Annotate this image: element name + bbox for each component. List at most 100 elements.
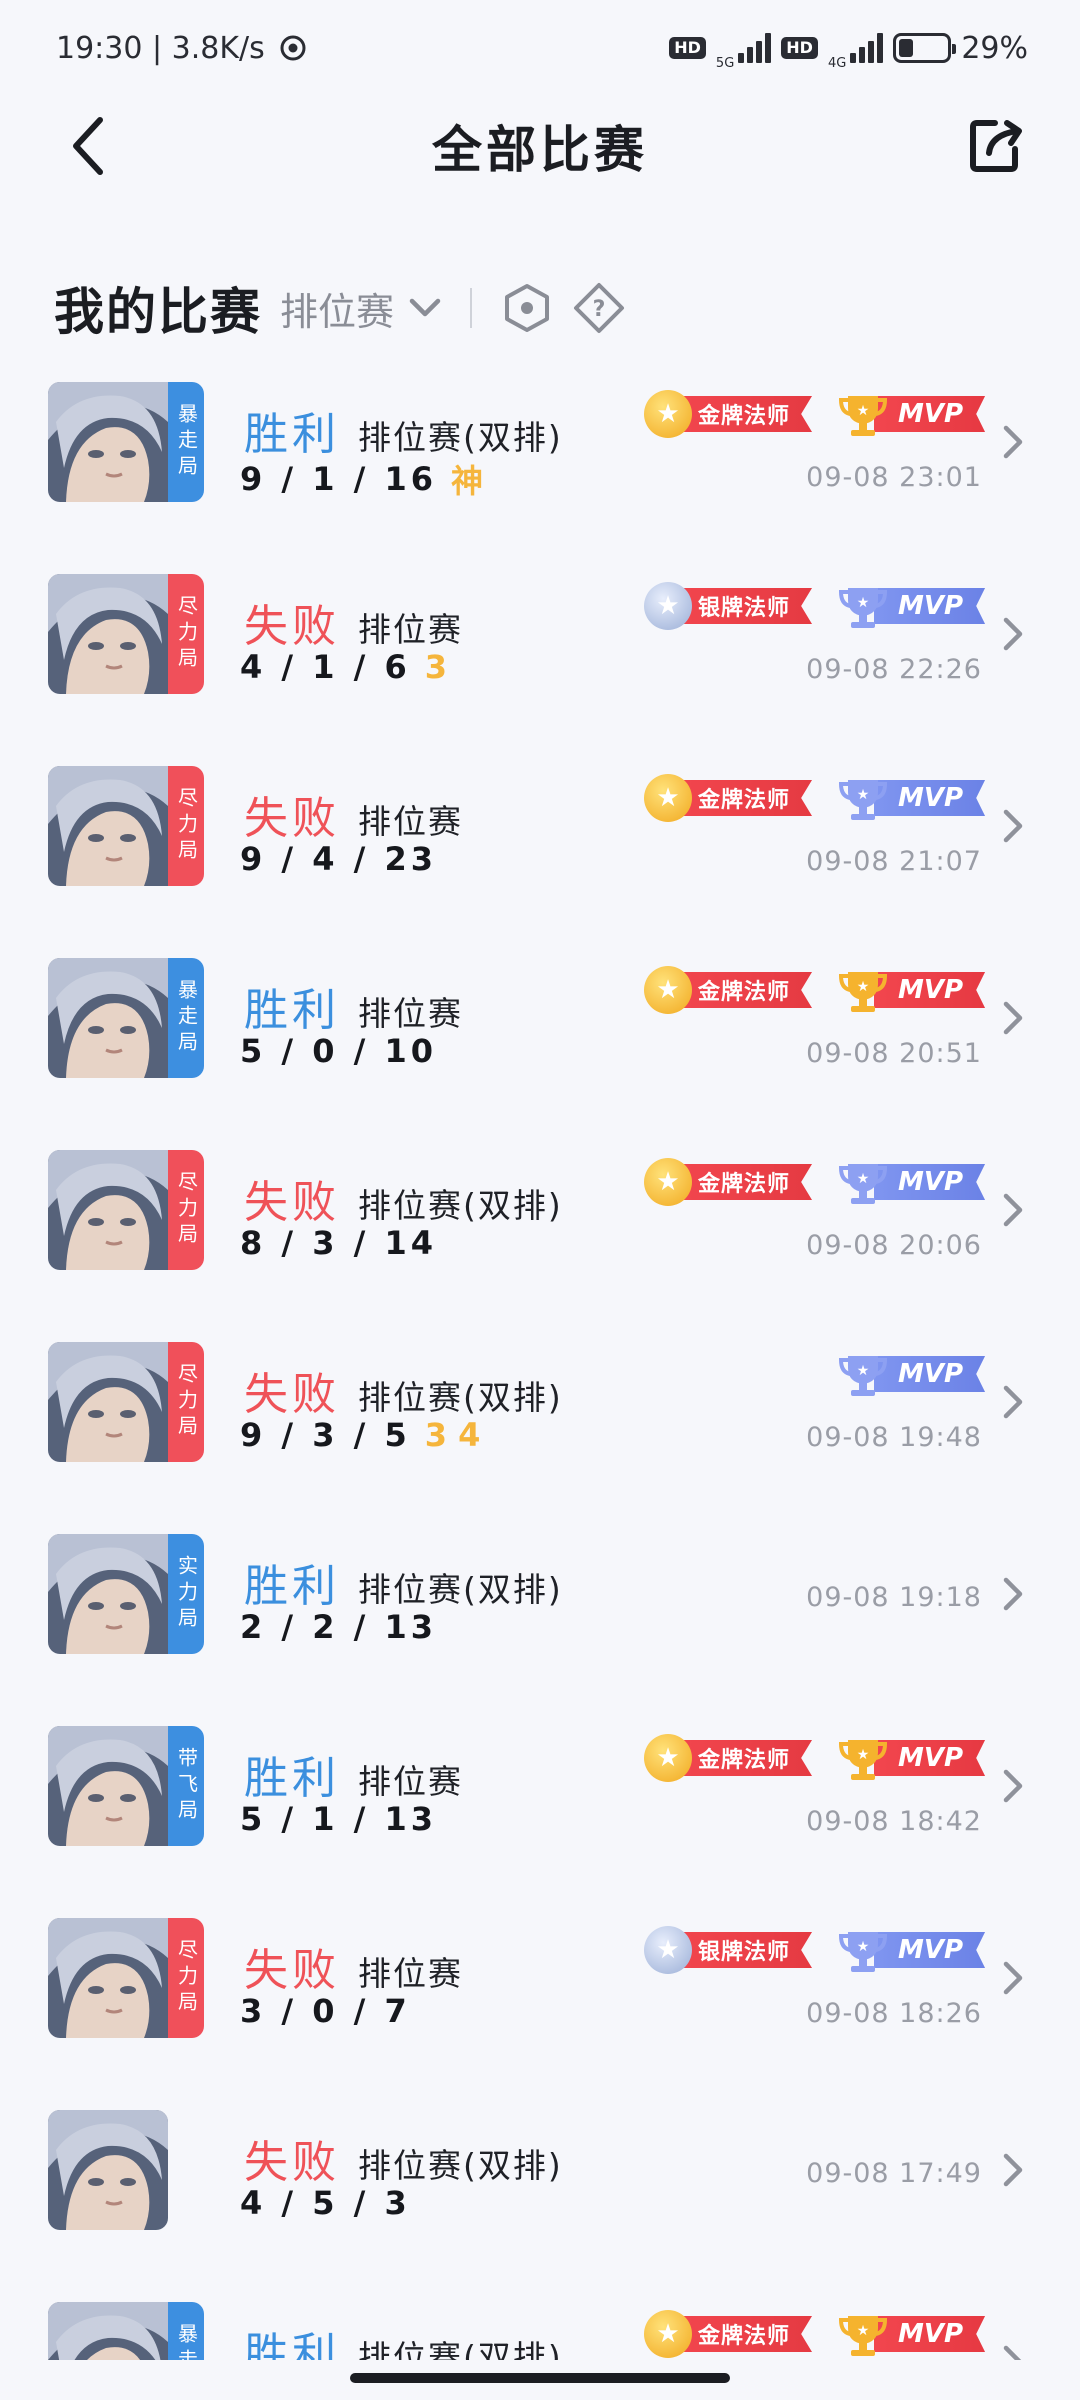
home-indicator[interactable] xyxy=(350,2373,730,2383)
result-line: 失败 排位赛(双排) xyxy=(244,1358,563,1422)
chevron-right-icon xyxy=(1003,1385,1023,1419)
mvp-badge: ★ MVP xyxy=(838,776,986,820)
kda-line: 8 / 3 / 14 xyxy=(240,1224,437,1262)
title-badge-label: 金牌法师 xyxy=(676,2316,813,2352)
svg-text:★: ★ xyxy=(857,1939,870,1955)
chevron-right-icon xyxy=(1003,1961,1023,1995)
result-line: 失败 排位赛(双排) xyxy=(244,1166,563,1230)
hero-portrait-icon xyxy=(48,2110,168,2230)
hero-avatar: 暴走局 xyxy=(48,2302,204,2360)
match-row[interactable]: 实力局 胜利 排位赛(双排) 2 / 2 / 13 09-08 19:18 xyxy=(0,1522,1080,1714)
kda: 9 / 1 / 16 xyxy=(240,460,437,498)
star-icon: ★ xyxy=(644,1926,692,1974)
match-row[interactable]: 尽力局 失败 排位赛 9 / 4 / 23 ★ 金牌法师 ★ MVP 09-08 xyxy=(0,754,1080,946)
hero-portrait-icon xyxy=(48,958,168,1078)
network-type: 5G xyxy=(715,55,735,71)
hero-portrait-icon xyxy=(48,1726,168,1846)
match-result: 失败 xyxy=(244,793,340,844)
svg-text:★: ★ xyxy=(857,403,870,419)
page-title: 全部比赛 xyxy=(432,121,648,179)
mvp-badge: ★ MVP xyxy=(838,968,986,1012)
match-row[interactable]: 尽力局 失败 排位赛(双排) 8 / 3 / 14 ★ 金牌法师 ★ MVP 0… xyxy=(0,1138,1080,1330)
hero-avatar: 带飞局 xyxy=(48,1726,204,1846)
chevron-right-icon xyxy=(1003,2345,1022,2360)
match-mode: 排位赛(双排) xyxy=(358,1570,563,1609)
match-time: 09-08 23:01 xyxy=(806,462,982,493)
svg-text:★: ★ xyxy=(857,1363,870,1379)
status-left: 19:30 | 3.8K/s xyxy=(56,31,307,66)
mvp-badge: ★ MVP xyxy=(838,1928,986,1972)
trophy-icon: ★ xyxy=(838,1740,888,1780)
title-badge-label: 金牌法师 xyxy=(676,1164,813,1200)
game-tag: 尽力局 xyxy=(168,1150,204,1270)
trophy-icon: ★ xyxy=(838,972,888,1012)
match-result: 失败 xyxy=(244,1945,340,1996)
kda: 4 / 1 / 6 xyxy=(240,648,411,686)
title-badge-label: 银牌法师 xyxy=(676,1932,813,1968)
star-icon: ★ xyxy=(644,390,692,438)
kda-line: 5 / 0 / 10 xyxy=(240,1032,437,1070)
honor-medal: 3 xyxy=(424,648,447,686)
hero-portrait-icon xyxy=(48,2302,168,2360)
match-mode: 排位赛(双排) xyxy=(358,1186,563,1225)
chevron-right-icon xyxy=(1003,809,1023,843)
hero-portrait-icon xyxy=(48,766,168,886)
share-button[interactable] xyxy=(960,110,1030,180)
result-line: 失败 排位赛 xyxy=(244,782,463,846)
hero-portrait-icon xyxy=(48,382,168,502)
trophy-icon: ★ xyxy=(838,2316,888,2356)
match-row[interactable]: 尽力局 失败 排位赛(双排) 9 / 3 / 5 3 4 ★ MVP 09-08… xyxy=(0,1330,1080,1522)
mode-filter-label: 排位赛 xyxy=(280,289,395,334)
result-line: 胜利 排位赛(双排) xyxy=(244,2318,563,2360)
title-badge: ★ 金牌法师 xyxy=(644,390,813,438)
result-line: 胜利 排位赛(双排) xyxy=(244,398,563,462)
match-mode: 排位赛 xyxy=(358,802,463,841)
hero-portrait-icon xyxy=(48,1150,168,1270)
kda-line: 2 / 2 / 13 xyxy=(240,1608,437,1646)
trophy-icon: ★ xyxy=(838,588,888,628)
match-row[interactable]: 失败 排位赛(双排) 4 / 5 / 3 09-08 17:49 xyxy=(0,2098,1080,2290)
mvp-badge: ★ MVP xyxy=(838,1352,986,1396)
star-icon: ★ xyxy=(644,966,692,1014)
match-time: 09-08 18:42 xyxy=(806,1806,982,1837)
hero-avatar: 暴走局 xyxy=(48,382,204,502)
svg-text:★: ★ xyxy=(857,979,870,995)
hero-avatar: 尽力局 xyxy=(48,1918,204,2038)
match-result: 失败 xyxy=(244,1369,340,1420)
trophy-icon: ★ xyxy=(838,780,888,820)
hero-avatar: 尽力局 xyxy=(48,1342,204,1462)
hero-avatar xyxy=(48,2110,168,2230)
title-badge-label: 金牌法师 xyxy=(676,972,813,1008)
chevron-right-icon xyxy=(1003,2153,1023,2187)
mode-filter-dropdown[interactable]: 排位赛 xyxy=(280,281,442,336)
match-row[interactable]: 暴走局 胜利 排位赛(双排) ★ 金牌法师 ★ MVP xyxy=(0,2290,1080,2360)
hero-filter-button[interactable] xyxy=(500,281,554,335)
battery-fill xyxy=(899,39,913,57)
back-button[interactable] xyxy=(58,114,118,178)
match-result: 失败 xyxy=(244,1177,340,1228)
match-row[interactable]: 暴走局 胜利 排位赛(双排) 9 / 1 / 16 神 ★ 金牌法师 ★ MVP… xyxy=(0,370,1080,562)
title-badge: ★ 金牌法师 xyxy=(644,1158,813,1206)
status-time-speed: 19:30 | 3.8K/s xyxy=(56,30,265,66)
match-row[interactable]: 带飞局 胜利 排位赛 5 / 1 / 13 ★ 金牌法师 ★ MVP 09-08 xyxy=(0,1714,1080,1906)
match-result: 胜利 xyxy=(244,1753,340,1804)
match-row[interactable]: 尽力局 失败 排位赛 3 / 0 / 7 ★ 银牌法师 ★ MVP 09-08 … xyxy=(0,1906,1080,2098)
match-time: 09-08 19:18 xyxy=(806,1582,982,1613)
match-row[interactable]: 暴走局 胜利 排位赛 5 / 0 / 10 ★ 金牌法师 ★ MVP 09-08 xyxy=(0,946,1080,1138)
result-line: 失败 排位赛(双排) xyxy=(244,2126,563,2190)
star-icon: ★ xyxy=(644,2310,692,2358)
result-line: 失败 排位赛 xyxy=(244,590,463,654)
match-time: 09-08 21:07 xyxy=(806,846,982,877)
help-button[interactable]: ? xyxy=(572,281,626,335)
match-list: 暴走局 胜利 排位赛(双排) 9 / 1 / 16 神 ★ 金牌法师 ★ MVP… xyxy=(0,370,1080,2360)
match-result: 失败 xyxy=(244,2137,340,2188)
trophy-icon: ★ xyxy=(838,1932,888,1972)
section-title: 我的比赛 xyxy=(54,283,262,341)
match-time: 09-08 20:51 xyxy=(806,1038,982,1069)
hero-avatar: 实力局 xyxy=(48,1534,204,1654)
svg-text:★: ★ xyxy=(857,2323,870,2339)
match-row[interactable]: 尽力局 失败 排位赛 4 / 1 / 6 3 ★ 银牌法师 ★ MVP 09-0… xyxy=(0,562,1080,754)
title-badge: ★ 金牌法师 xyxy=(644,774,813,822)
title-badge: ★ 金牌法师 xyxy=(644,1734,813,1782)
chevron-right-icon xyxy=(1003,1769,1023,1803)
